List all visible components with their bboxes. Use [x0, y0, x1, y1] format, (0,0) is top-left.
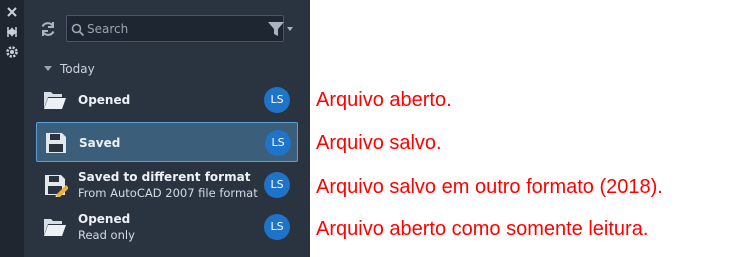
avatar: LS [265, 130, 291, 156]
search-box[interactable] [66, 15, 284, 42]
activity-panel: Today Opened LS Saved LS [24, 0, 310, 257]
avatar: LS [264, 172, 290, 198]
item-title: Saved to different format [78, 170, 251, 184]
avatar: LS [264, 214, 290, 240]
folder-open-icon [42, 88, 68, 112]
annotation-saved-format: Arquivo salvo em outro formato (2018). [316, 176, 663, 198]
chevron-down-icon [287, 27, 293, 31]
activity-item[interactable]: Saved to different format From AutoCAD 2… [36, 165, 298, 205]
group-header-today[interactable]: Today [44, 60, 95, 78]
settings-icon[interactable] [4, 44, 20, 60]
search-input[interactable] [87, 19, 257, 38]
annotation-saved: Arquivo salvo. [316, 132, 442, 154]
caret-down-icon [44, 66, 52, 71]
close-icon[interactable] [4, 4, 20, 20]
side-strip [0, 0, 24, 257]
floppy-disk-edit-icon [42, 173, 69, 199]
filter-dropdown[interactable] [266, 20, 296, 38]
filter-icon [268, 22, 284, 36]
item-subtitle: From AutoCAD 2007 file format [78, 186, 258, 200]
item-subtitle: Read only [78, 228, 135, 242]
activity-item[interactable]: Opened LS [36, 80, 298, 120]
annotation-opened: Arquivo aberto. [316, 89, 452, 111]
refresh-icon[interactable] [38, 19, 58, 39]
item-title: Opened [78, 93, 131, 107]
toolbar [24, 0, 310, 56]
avatar: LS [264, 87, 290, 113]
group-label: Today [60, 62, 95, 76]
item-title: Opened [78, 212, 131, 226]
collapse-icon[interactable] [4, 24, 20, 40]
floppy-disk-icon [43, 131, 69, 155]
folder-open-icon [42, 215, 68, 239]
item-title: Saved [79, 136, 121, 150]
activity-item[interactable]: Opened Read only LS [36, 207, 298, 247]
activity-item-selected[interactable]: Saved LS [36, 122, 298, 162]
annotation-read-only: Arquivo aberto como somente leitura. [316, 218, 649, 240]
search-icon [71, 22, 85, 37]
